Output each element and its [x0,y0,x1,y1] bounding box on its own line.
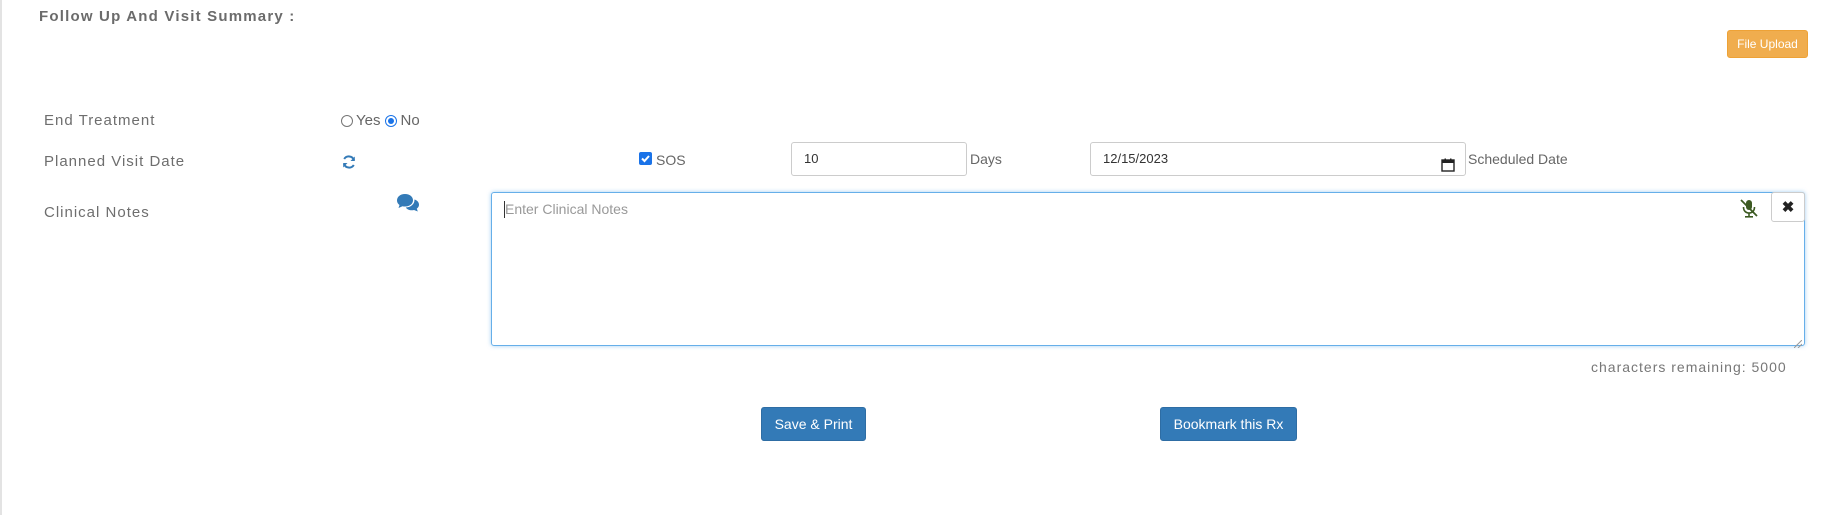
microphone-slash-icon[interactable] [1738,197,1760,219]
save-print-button[interactable]: Save & Print [761,407,866,441]
days-label: Days [970,151,1002,167]
sos-label[interactable]: SOS [656,152,686,168]
end-treatment-radio-group: Yes No [341,112,425,129]
section-title: Follow Up And Visit Summary : [39,8,296,25]
clinical-notes-label: Clinical Notes [44,204,150,221]
planned-visit-date-label: Planned Visit Date [44,153,186,170]
file-upload-button[interactable]: File Upload [1727,30,1808,58]
resize-grip[interactable] [1793,335,1803,349]
close-icon[interactable]: ✖ [1771,192,1805,222]
end-treatment-label: End Treatment [44,112,156,129]
calendar-icon[interactable] [1441,152,1455,172]
radio-no[interactable] [385,114,398,127]
scheduled-date-input[interactable]: 12/15/2023 [1090,142,1466,176]
days-input[interactable]: 10 [791,142,967,176]
radio-yes[interactable] [341,114,353,127]
comments-icon[interactable] [396,193,420,213]
bookmark-rx-button[interactable]: Bookmark this Rx [1160,407,1297,441]
radio-yes-label[interactable]: Yes [356,112,380,129]
left-border [0,0,2,515]
scheduled-date-value: 12/15/2023 [1103,151,1169,166]
refresh-icon[interactable] [341,154,357,170]
radio-no-label[interactable]: No [400,112,419,129]
scheduled-date-label: Scheduled Date [1468,151,1568,167]
characters-remaining: characters remaining: 5000 [1591,359,1787,375]
clinical-notes-textarea[interactable]: Enter Clinical Notes ✖ [491,192,1805,349]
clinical-notes-placeholder: Enter Clinical Notes [505,201,628,217]
sos-checkbox[interactable] [639,152,652,165]
